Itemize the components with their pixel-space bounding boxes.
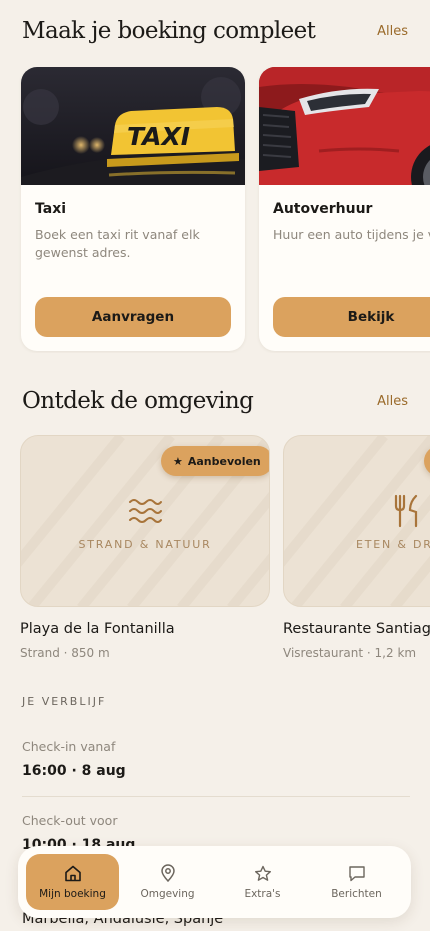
view-car-rental-button[interactable]: Bekijk xyxy=(273,297,430,337)
place-meta: Strand · 850 m xyxy=(20,646,110,660)
tab-messages[interactable]: Berichten xyxy=(310,854,403,910)
recommended-badge: ★ Aanbevolen xyxy=(161,446,269,476)
see-all-link[interactable]: Alles xyxy=(377,394,408,409)
checkin-label: Check-in vanaf xyxy=(22,739,116,754)
addon-card-description: Boek een taxi rit vanaf elk gewenst adre… xyxy=(35,227,200,260)
taxi-image: TAXI xyxy=(21,67,245,185)
divider xyxy=(22,796,410,797)
place-meta: Visrestaurant · 1,2 km xyxy=(283,646,417,660)
bottom-tab-bar: Mijn boeking Omgeving Extra's Berichten xyxy=(18,846,411,918)
addon-card-title: Taxi xyxy=(35,201,67,217)
request-taxi-button[interactable]: Aanvragen xyxy=(35,297,231,337)
addons-section-header: Maak je boeking compleet Alles xyxy=(22,18,408,44)
addon-card-taxi[interactable]: TAXI Taxi Boek een taxi rit vanaf elk ge… xyxy=(21,67,245,351)
place-category: STRAND & NATUUR xyxy=(78,538,212,551)
tab-extras[interactable]: Extra's xyxy=(216,854,309,910)
tab-label: Mijn boeking xyxy=(39,887,106,900)
place-name[interactable]: Restaurante Santiago xyxy=(283,621,430,637)
places-carousel[interactable]: ★ Aanbevolen STRAND & NATUUR Playa de la… xyxy=(0,435,430,665)
map-pin-icon xyxy=(160,864,175,882)
addon-card-title: Autoverhuur xyxy=(273,201,373,217)
chat-icon xyxy=(348,865,365,881)
star-icon xyxy=(254,865,271,881)
explore-section-header: Ontdek de omgeving Alles xyxy=(22,388,408,414)
badge-label: Aanbevolen xyxy=(187,454,261,468)
checkout-label: Check-out voor xyxy=(22,813,118,828)
checkin-value: 16:00 · 8 aug xyxy=(22,763,126,779)
star-icon: ★ xyxy=(173,454,183,468)
place-name[interactable]: Playa de la Fontanilla xyxy=(20,621,175,637)
tab-surroundings[interactable]: Omgeving xyxy=(121,854,214,910)
car-image xyxy=(259,67,430,185)
addons-carousel[interactable]: TAXI Taxi Boek een taxi rit vanaf elk ge… xyxy=(0,67,430,353)
place-card-beach[interactable]: ★ Aanbevolen STRAND & NATUUR xyxy=(20,435,270,607)
stay-heading: JE VERBLIJF xyxy=(22,695,107,708)
cutlery-icon xyxy=(284,494,430,528)
tab-label: Berichten xyxy=(331,887,382,900)
tab-label: Omgeving xyxy=(140,888,195,900)
taxi-sign-text: TAXI xyxy=(127,122,190,151)
waves-icon xyxy=(21,498,269,524)
section-title: Ontdek de omgeving xyxy=(22,388,254,414)
tab-my-booking[interactable]: Mijn boeking xyxy=(26,854,119,910)
addon-card-car-rental[interactable]: Autoverhuur Huur een auto tijdens je ver… xyxy=(259,67,430,351)
section-title: Maak je boeking compleet xyxy=(22,18,316,44)
place-category: ETEN & DRINKEN xyxy=(356,538,430,551)
home-icon xyxy=(64,865,81,881)
place-card-restaurant[interactable]: ETEN & DRINKEN xyxy=(283,435,430,607)
tab-label: Extra's xyxy=(244,887,281,900)
addon-card-description: Huur een auto tijdens je verblijf xyxy=(273,227,430,242)
see-all-link[interactable]: Alles xyxy=(377,24,408,39)
